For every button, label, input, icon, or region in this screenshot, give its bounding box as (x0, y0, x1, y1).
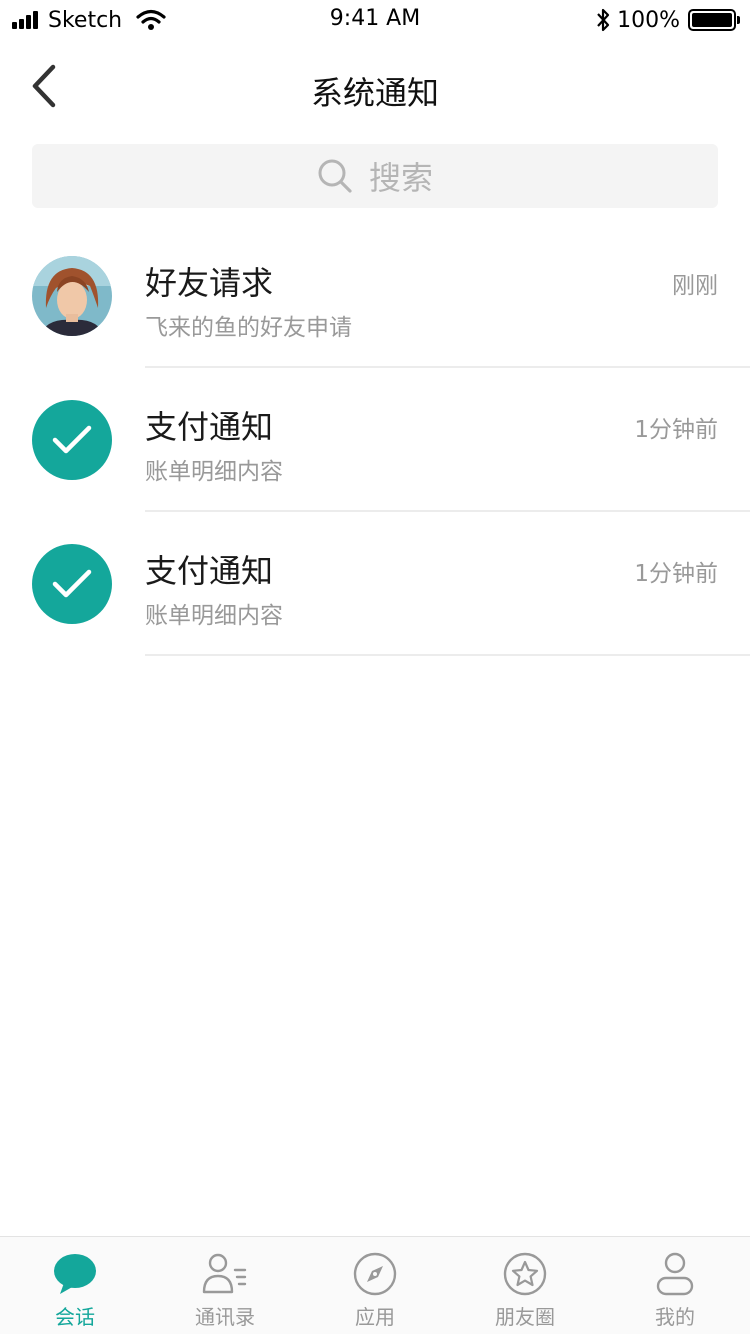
battery-percent: 100% (617, 7, 680, 33)
profile-icon (652, 1251, 698, 1297)
avatar (32, 256, 112, 336)
item-title: 好友请求 (145, 264, 274, 302)
check-icon (32, 544, 112, 624)
tab-chat[interactable]: 会话 (0, 1237, 150, 1334)
star-circle-icon (502, 1251, 548, 1297)
tab-apps[interactable]: 应用 (300, 1237, 450, 1334)
compass-icon (352, 1251, 398, 1297)
item-title: 支付通知 (145, 552, 274, 590)
item-subtitle: 账单明细内容 (145, 459, 283, 485)
tab-me[interactable]: 我的 (600, 1237, 750, 1334)
contacts-icon (202, 1251, 248, 1297)
tab-label: 通讯录 (195, 1305, 255, 1329)
status-bar: Sketch 9:41 AM 100% (0, 0, 750, 40)
list-item[interactable]: 支付通知 账单明细内容 1分钟前 (0, 512, 750, 656)
list-item[interactable]: 支付通知 账单明细内容 1分钟前 (0, 368, 750, 512)
search-placeholder: 搜索 (368, 159, 433, 197)
tab-label: 朋友圈 (495, 1305, 555, 1329)
tab-label: 会话 (55, 1305, 95, 1329)
item-time: 1分钟前 (634, 417, 718, 443)
item-title: 支付通知 (145, 408, 274, 446)
tab-label: 应用 (355, 1305, 395, 1329)
page-title: 系统通知 (310, 74, 439, 112)
search-input[interactable]: 搜索 (32, 144, 718, 208)
notification-list: 好友请求 飞来的鱼的好友申请 刚刚 支付通知 账单明细内容 1分钟前 支付通知 … (0, 224, 750, 656)
list-item[interactable]: 好友请求 飞来的鱼的好友申请 刚刚 (0, 224, 750, 368)
item-subtitle: 飞来的鱼的好友申请 (145, 315, 352, 341)
tab-contacts[interactable]: 通讯录 (150, 1237, 300, 1334)
nav-bar: 系统通知 (0, 40, 750, 136)
item-subtitle: 账单明细内容 (145, 603, 283, 629)
chat-bubble-icon (52, 1251, 98, 1297)
divider (145, 654, 750, 656)
item-time: 1分钟前 (634, 561, 718, 587)
item-time: 刚刚 (672, 273, 718, 299)
battery-icon (688, 9, 740, 31)
check-icon (32, 400, 112, 480)
tab-label: 我的 (655, 1305, 695, 1329)
bluetooth-icon (597, 8, 610, 32)
tab-bar: 会话 通讯录 应用 朋友圈 我的 (0, 1236, 750, 1334)
tab-moments[interactable]: 朋友圈 (450, 1237, 600, 1334)
search-icon (318, 159, 352, 193)
